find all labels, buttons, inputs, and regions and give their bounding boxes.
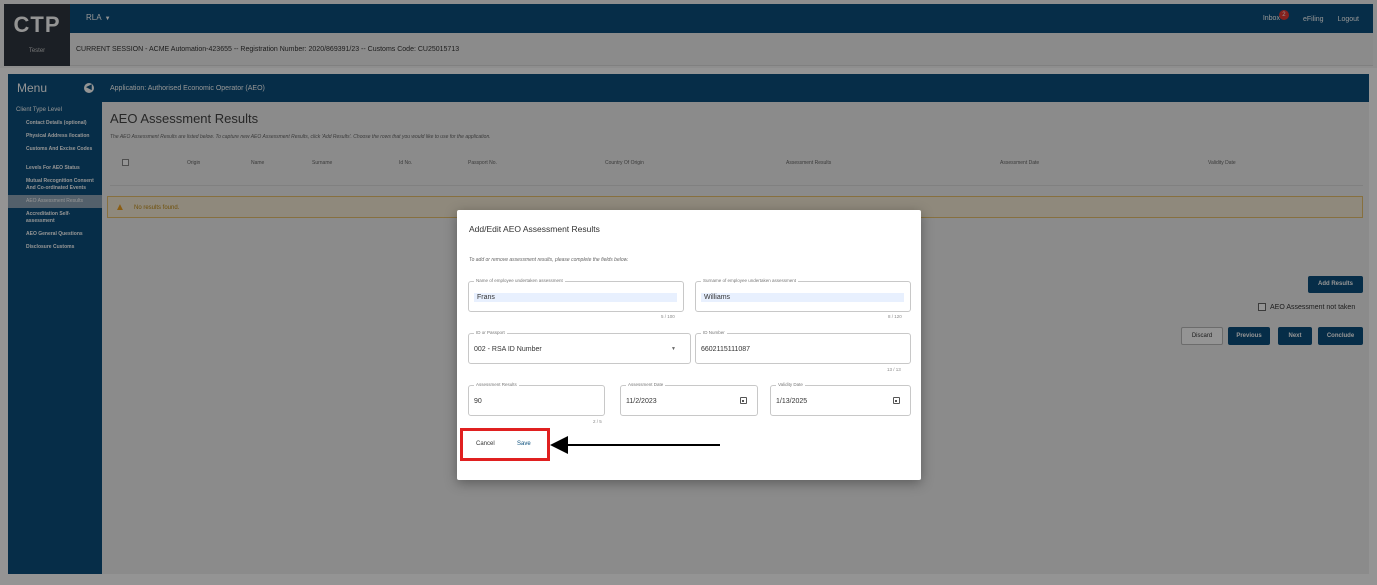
dropdown-arrow-icon: ▼ xyxy=(671,346,676,352)
employee-surname-field[interactable]: Surname of employee undertaken assessmen… xyxy=(695,278,911,312)
highlight-box xyxy=(460,428,550,461)
assessment-results-value: 90 xyxy=(474,398,482,405)
employee-name-label: Name of employee undertaken assessment xyxy=(474,278,565,283)
calendar-icon[interactable] xyxy=(893,397,900,404)
id-number-label: ID Number xyxy=(701,330,727,335)
id-or-passport-value: 002 - RSA ID Number xyxy=(474,346,542,353)
id-number-value: 6602115111087 xyxy=(701,346,751,353)
validity-date-label: Validity Date xyxy=(776,382,805,387)
employee-name-counter: 5 / 100 xyxy=(661,314,675,319)
id-number-field[interactable]: ID Number 6602115111087 xyxy=(695,330,911,364)
assessment-date-value: 11/2/2023 xyxy=(626,398,657,405)
employee-surname-label: Surname of employee undertaken assessmen… xyxy=(701,278,799,283)
employee-name-value: Frans xyxy=(474,293,677,302)
assessment-date-label: Assessment Date xyxy=(626,382,666,387)
assessment-results-field[interactable]: Assessment Results 90 xyxy=(468,382,605,416)
employee-surname-counter: 8 / 120 xyxy=(888,314,902,319)
validity-date-field[interactable]: Validity Date 1/13/2025 xyxy=(770,382,911,416)
assessment-results-label: Assessment Results xyxy=(474,382,519,387)
id-number-counter: 13 / 13 xyxy=(887,367,901,372)
id-or-passport-label: ID or Passport xyxy=(474,330,507,335)
calendar-icon[interactable] xyxy=(740,397,747,404)
employee-name-field[interactable]: Name of employee undertaken assessment F… xyxy=(468,278,684,312)
assessment-date-field[interactable]: Assessment Date 11/2/2023 xyxy=(620,382,758,416)
pointer-arrow-icon xyxy=(550,436,720,454)
dialog-subtitle: To add or remove assessment results, ple… xyxy=(469,257,629,263)
employee-surname-value: Williams xyxy=(701,293,904,302)
dialog-title: Add/Edit AEO Assessment Results xyxy=(469,224,600,234)
validity-date-value: 1/13/2025 xyxy=(776,398,808,405)
assessment-results-counter: 2 / 5 xyxy=(593,419,602,424)
id-or-passport-select[interactable]: ID or Passport 002 - RSA ID Number ▼ xyxy=(468,330,691,364)
